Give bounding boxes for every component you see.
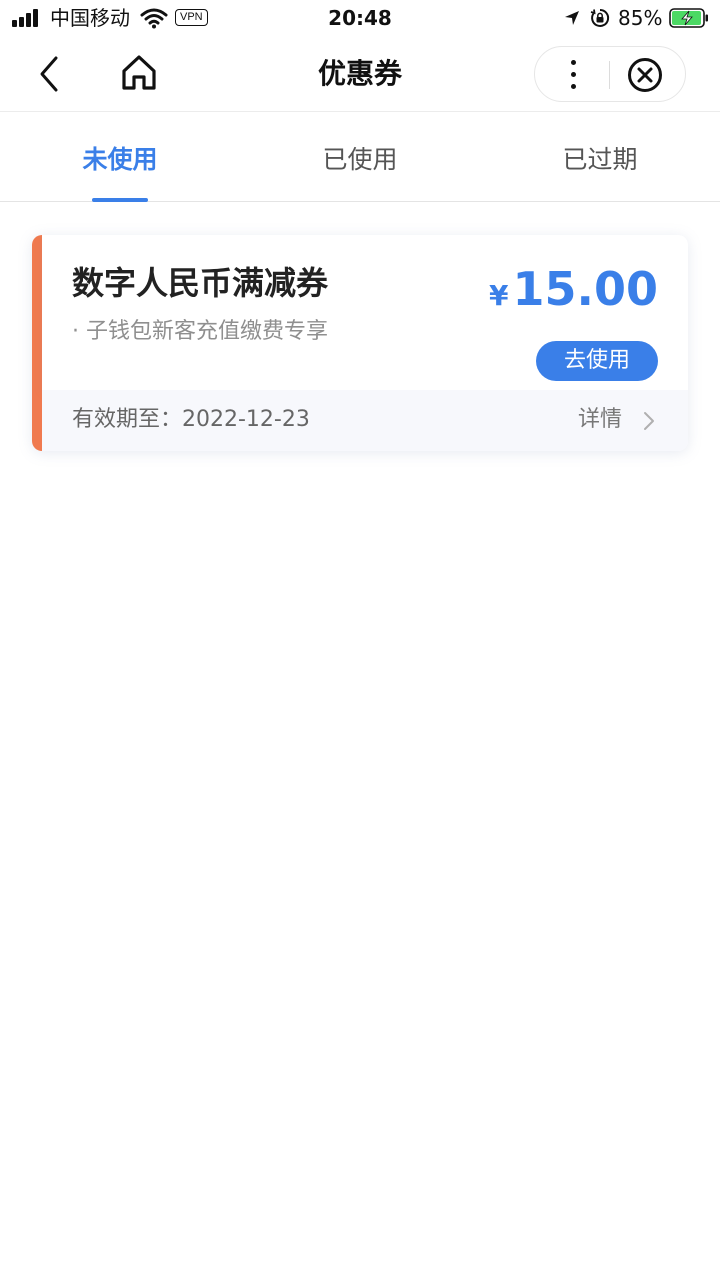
tab-expired[interactable]: 已过期 xyxy=(480,112,720,202)
coupon-card[interactable]: 数字人民币满减券 · 子钱包新客充值缴费专享 ¥15.00 去使用 有效期至：2… xyxy=(32,235,688,451)
home-icon[interactable] xyxy=(118,52,160,94)
page-title: 优惠券 xyxy=(317,57,402,90)
battery-percent: 85% xyxy=(618,6,663,30)
detail-link[interactable]: 详情 xyxy=(578,404,668,436)
battery-charging-icon xyxy=(669,8,708,28)
tab-used[interactable]: 已使用 xyxy=(240,112,480,202)
status-bar: 中国移动 VPN 20:48 85% xyxy=(0,0,720,36)
coupon-description: · 子钱包新客充值缴费专享 xyxy=(72,319,328,344)
chevron-right-icon xyxy=(644,412,654,430)
active-tab-indicator xyxy=(92,198,148,202)
coupon-footer: 有效期至：2022-12-23 详情 xyxy=(42,390,688,451)
detail-label: 详情 xyxy=(578,407,623,432)
coupon-title: 数字人民币满减券 xyxy=(72,264,329,302)
coupon-amount: ¥15.00 xyxy=(489,259,658,330)
use-coupon-button[interactable]: 去使用 xyxy=(536,341,658,381)
capsule-divider xyxy=(609,61,610,89)
validity-date: 有效期至：2022-12-23 xyxy=(72,407,310,432)
coupon-value: 15.00 xyxy=(512,262,658,316)
location-arrow-icon xyxy=(565,11,579,25)
currency-symbol: ¥ xyxy=(489,279,509,312)
close-icon[interactable] xyxy=(627,57,663,93)
status-time: 20:48 xyxy=(328,6,392,30)
coupon-tabs: 未使用 已使用 已过期 xyxy=(0,112,720,202)
coupon-main: 数字人民币满减券 · 子钱包新客充值缴费专享 ¥15.00 去使用 xyxy=(42,235,688,390)
more-icon[interactable] xyxy=(535,47,609,101)
mini-program-capsule xyxy=(534,46,686,102)
nav-bar: 优惠券 xyxy=(0,36,720,112)
orientation-lock-icon xyxy=(590,8,610,27)
back-icon[interactable] xyxy=(30,54,70,94)
tab-unused[interactable]: 未使用 xyxy=(0,112,240,202)
coupon-stripe xyxy=(32,235,42,451)
